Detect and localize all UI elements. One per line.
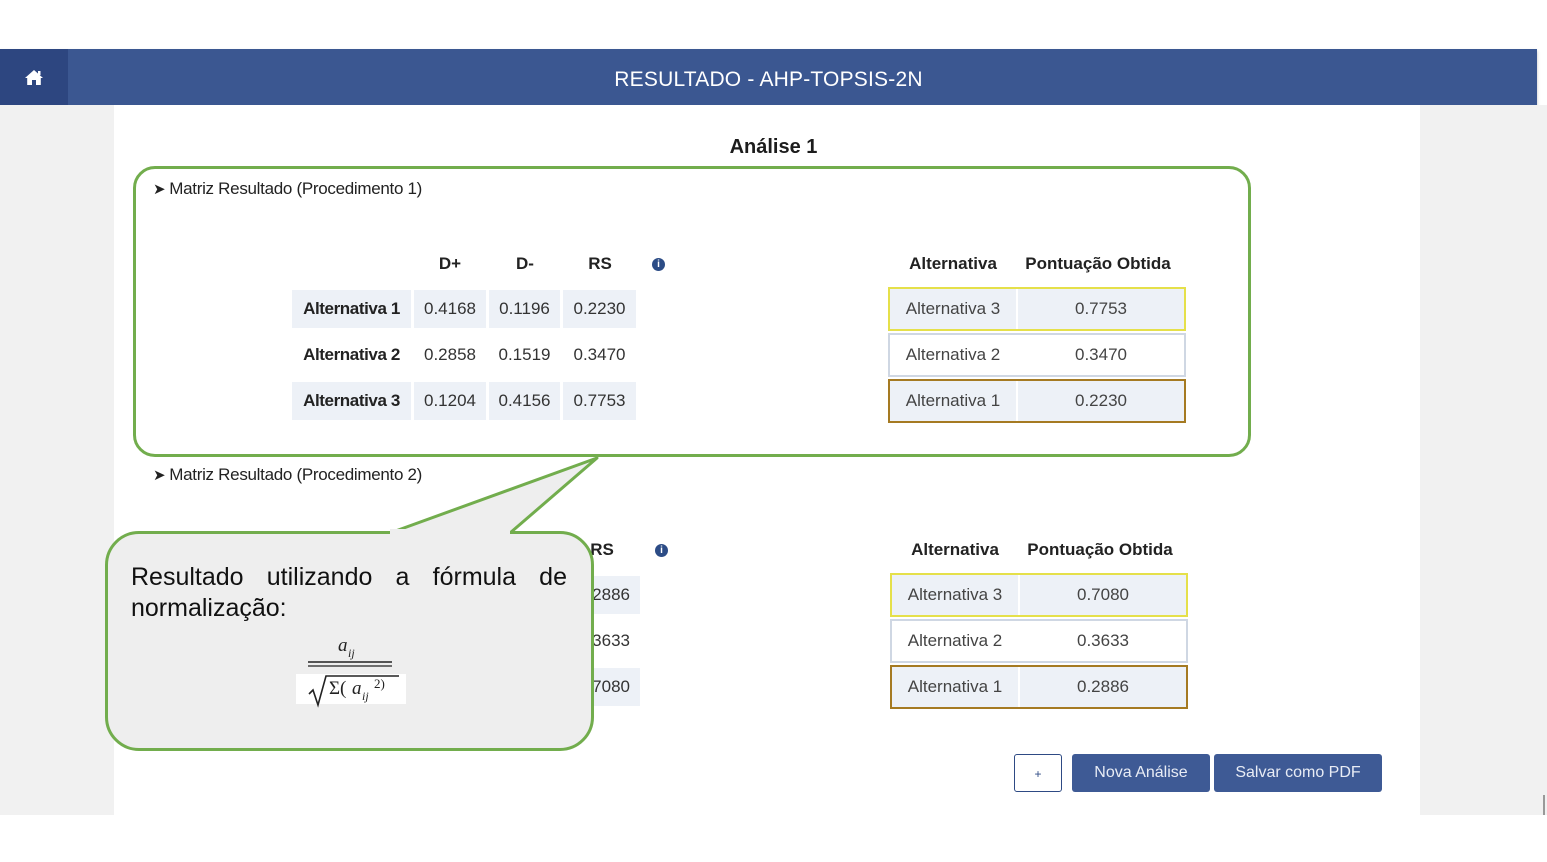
home-button[interactable]: [0, 49, 68, 105]
svg-text:ij: ij: [348, 646, 355, 660]
normalization-formula: a ij Σ( a ij 2): [296, 635, 406, 708]
svg-text:ij: ij: [362, 689, 369, 703]
ranking-row-last: Alternativa 1 0.2886: [890, 665, 1188, 709]
analysis-title: Análise 1: [729, 136, 818, 158]
ranking-header-score: Pontuação Obtida: [1027, 540, 1173, 559]
svg-text:2): 2): [374, 676, 385, 691]
ranking-row: Alternativa 2 0.3633: [890, 619, 1188, 663]
header-bar: RESULTADO - AHP-TOPSIS-2N: [0, 49, 1537, 105]
ranking-score: 0.3633: [1077, 631, 1129, 650]
highlight-frame: [133, 166, 1251, 457]
new-analysis-button[interactable]: Nova Análise: [1072, 754, 1210, 792]
ranking-score: 0.2886: [1020, 667, 1186, 707]
svg-text:a: a: [338, 635, 348, 656]
svg-text:a: a: [352, 678, 362, 699]
caret-right-icon: ➤: [153, 467, 166, 484]
ranking-score: 0.7080: [1020, 575, 1186, 615]
left-gutter: [0, 105, 114, 815]
info-icon[interactable]: i: [655, 544, 668, 557]
ranking-alternative: Alternativa 1: [892, 667, 1018, 707]
ranking-alternative: Alternativa 3: [892, 575, 1018, 615]
ranking-row-first: Alternativa 3 0.7080: [890, 573, 1188, 617]
callout-text: Resultado utilizando a fórmula de normal…: [131, 563, 567, 622]
page-title: RESULTADO - AHP-TOPSIS-2N: [614, 68, 923, 91]
ranking-alternative: Alternativa 2: [907, 631, 1003, 650]
ranking-header-alternative: Alternativa: [911, 540, 999, 559]
scrollbar[interactable]: [1543, 795, 1545, 817]
bottom-band: [0, 815, 1547, 862]
add-button[interactable]: +: [1014, 754, 1062, 792]
home-icon: [25, 69, 43, 85]
svg-text:Σ(: Σ(: [329, 678, 346, 699]
right-gutter: [1420, 105, 1547, 815]
save-pdf-button[interactable]: Salvar como PDF: [1214, 754, 1382, 792]
